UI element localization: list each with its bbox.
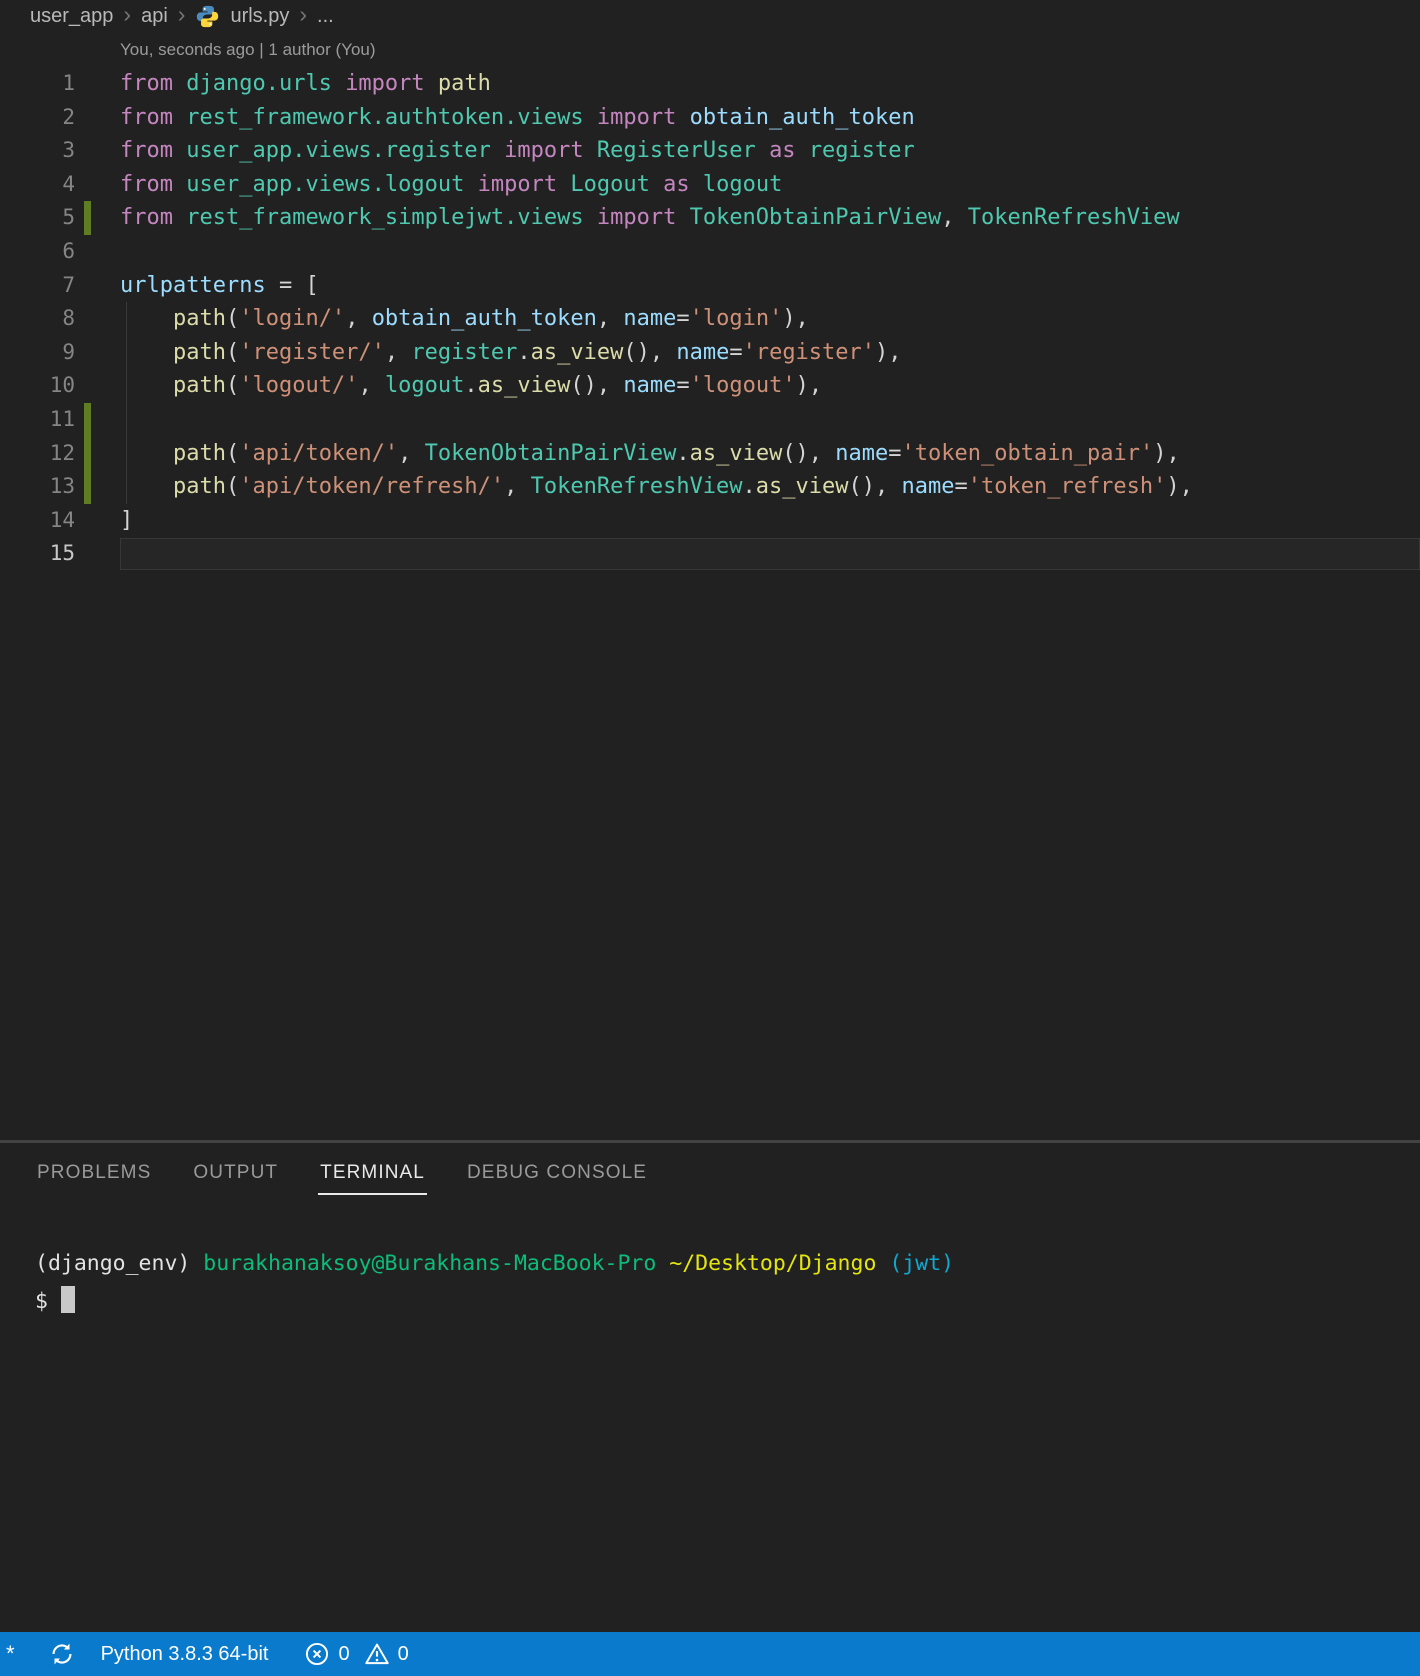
terminal-text-segment: (jwt) bbox=[889, 1251, 955, 1276]
problems-summary[interactable]: 0 0 bbox=[304, 1641, 414, 1667]
panel-tab-debug-console[interactable]: DEBUG CONSOLE bbox=[465, 1146, 649, 1195]
code-text: path('login/', obtain_auth_token, name='… bbox=[172, 306, 809, 332]
gutter-added-indicator bbox=[84, 470, 91, 504]
code-line[interactable]: 1 from django.urls import path bbox=[0, 67, 1420, 101]
breadcrumb-item-api[interactable]: api bbox=[141, 5, 168, 28]
line-number: 3 bbox=[62, 138, 75, 163]
line-number: 12 bbox=[49, 440, 75, 465]
code-line[interactable]: 5 from rest_framework_simplejwt.views imp… bbox=[0, 201, 1420, 235]
code-line[interactable]: 4 from user_app.views.logout import Logou… bbox=[0, 168, 1420, 202]
line-number: 2 bbox=[62, 104, 75, 129]
code-line[interactable]: 15 bbox=[0, 537, 1420, 571]
panel-tab-terminal[interactable]: TERMINAL bbox=[318, 1146, 427, 1195]
python-icon bbox=[195, 4, 220, 29]
code-text: ] bbox=[120, 507, 134, 533]
indent-guide bbox=[126, 402, 127, 437]
gutter-added-indicator bbox=[84, 436, 91, 471]
terminal-cursor bbox=[60, 1286, 75, 1313]
line-number: 14 bbox=[49, 507, 75, 532]
code-line[interactable]: 8 path('login/', obtain_auth_token, name… bbox=[0, 302, 1420, 336]
code-text: from user_app.views.logout import Logout… bbox=[120, 171, 783, 197]
code-line[interactable]: 12 path('api/token/', TokenObtainPairVie… bbox=[0, 436, 1420, 471]
terminal-text-segment: ~/Desktop/Django bbox=[669, 1251, 890, 1276]
line-number: 1 bbox=[62, 71, 75, 95]
warning-count: 0 bbox=[397, 1642, 409, 1665]
breadcrumb-item-user-app[interactable]: user_app bbox=[30, 5, 113, 28]
breadcrumb-item-urls-py[interactable]: urls.py bbox=[230, 5, 289, 28]
code-line[interactable]: 6 bbox=[0, 235, 1420, 269]
code-line[interactable]: 3 from user_app.views.register import Reg… bbox=[0, 134, 1420, 168]
code-text: path('logout/', logout.as_view(), name='… bbox=[172, 373, 823, 399]
panel-tab-output[interactable]: OUTPUT bbox=[191, 1146, 280, 1195]
codelens-annotation[interactable]: You, seconds ago | 1 author (You) bbox=[120, 40, 376, 60]
gutter-added-indicator bbox=[84, 201, 91, 235]
chevron-right-icon: › bbox=[177, 1, 186, 27]
terminal-prompt-line: $ bbox=[35, 1283, 1420, 1321]
terminal-text-segment: burakhanaksoy@Burakhans-MacBook-Pro bbox=[203, 1251, 670, 1276]
status-indicator: * bbox=[6, 1641, 15, 1666]
code-line[interactable]: 7 urlpatterns = [ bbox=[0, 269, 1420, 303]
code-line[interactable]: 11 bbox=[0, 402, 1420, 437]
code-line[interactable]: 13 path('api/token/refresh/', TokenRefre… bbox=[0, 470, 1420, 504]
line-number: 5 bbox=[62, 205, 75, 230]
line-number: 10 bbox=[49, 373, 75, 398]
error-icon bbox=[306, 1642, 329, 1666]
line-number: 13 bbox=[49, 474, 75, 499]
code-line[interactable]: 10 path('logout/', logout.as_view(), nam… bbox=[0, 369, 1420, 403]
code-text: from rest_framework.authtoken.views impo… bbox=[120, 104, 915, 130]
chevron-right-icon: › bbox=[299, 1, 308, 27]
terminal-line1: (django_env) burakhanaksoy@Burakhans-Mac… bbox=[35, 1245, 1420, 1283]
line-number: 8 bbox=[62, 306, 75, 331]
breadcrumb: user_app › api › urls.py › ... bbox=[0, 0, 1420, 32]
panel-tabs: PROBLEMS OUTPUT TERMINAL DEBUG CONSOLE bbox=[35, 1146, 649, 1195]
code-line[interactable]: 14] bbox=[0, 504, 1420, 538]
current-line-highlight bbox=[120, 538, 1420, 570]
code-line[interactable]: 9 path('register/', register.as_view(), … bbox=[0, 335, 1420, 370]
panel-divider[interactable] bbox=[0, 1140, 1420, 1143]
vscode-window: user_app › api › urls.py › ... You, seco… bbox=[0, 0, 1420, 1676]
code-lines: 1 from django.urls import path 2 from rest_… bbox=[0, 67, 1420, 571]
warning-icon bbox=[364, 1643, 389, 1665]
line-number: 7 bbox=[62, 272, 75, 297]
code-text: urlpatterns = [ bbox=[120, 272, 319, 298]
terminal[interactable]: (django_env) burakhanaksoy@Burakhans-Mac… bbox=[35, 1245, 1420, 1321]
chevron-right-icon: › bbox=[123, 1, 132, 27]
terminal-prompt: $ bbox=[35, 1289, 48, 1314]
code-line[interactable]: 2 from rest_framework.authtoken.views imp… bbox=[0, 101, 1420, 135]
status-bar: * Python 3.8.3 64-bit 0 0 bbox=[0, 1632, 1420, 1676]
gutter-added-indicator bbox=[84, 402, 91, 437]
code-text: path('register/', register.as_view(), na… bbox=[172, 339, 902, 365]
code-text: path('api/token/', TokenObtainPairView.a… bbox=[172, 440, 1180, 466]
line-number: 9 bbox=[62, 339, 75, 364]
line-number: 4 bbox=[62, 171, 75, 196]
line-number: 11 bbox=[49, 406, 75, 431]
line-number: 15 bbox=[49, 541, 75, 566]
code-text: from rest_framework_simplejwt.views impo… bbox=[120, 205, 1180, 231]
error-count: 0 bbox=[338, 1642, 350, 1665]
panel-tab-problems[interactable]: PROBLEMS bbox=[35, 1146, 153, 1195]
breadcrumb-item-symbol[interactable]: ... bbox=[317, 5, 334, 28]
line-number: 6 bbox=[62, 238, 75, 263]
python-interpreter-selector[interactable]: Python 3.8.3 64-bit bbox=[101, 1643, 269, 1666]
sync-icon[interactable] bbox=[49, 1641, 75, 1667]
code-text: from user_app.views.register import Regi… bbox=[120, 138, 915, 164]
terminal-text-segment: (django_env) bbox=[35, 1251, 204, 1276]
code-text: from django.urls import path bbox=[120, 71, 491, 96]
code-text: path('api/token/refresh/', TokenRefreshV… bbox=[172, 474, 1193, 500]
